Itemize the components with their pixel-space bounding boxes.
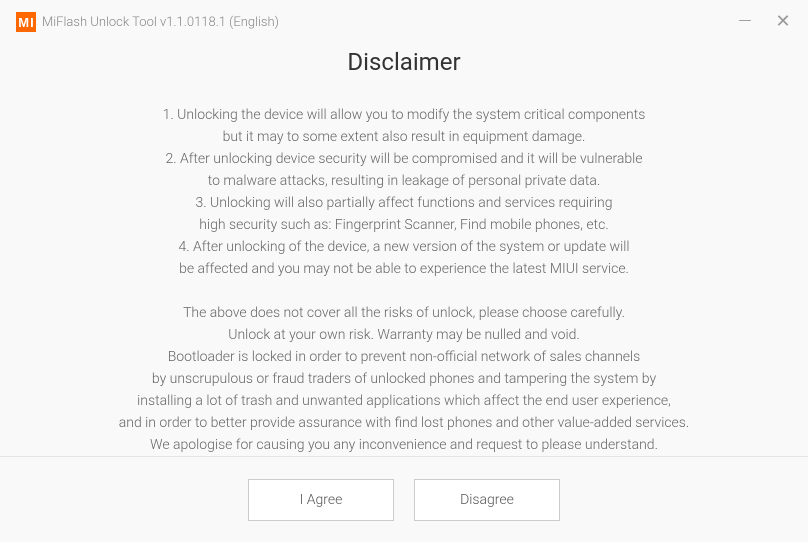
disclaimer-content: Disclaimer 1. Unlocking the device will … <box>0 40 808 456</box>
disclaimer-line: by unscrupulous or fraud traders of unlo… <box>40 368 768 390</box>
title-bar: MiFlash Unlock Tool v1.1.0118.1 (English… <box>0 0 808 40</box>
disclaimer-line: but it may to some extent also result in… <box>40 126 768 148</box>
minimize-button[interactable]: — <box>736 13 754 31</box>
disclaimer-line: to malware attacks, resulting in leakage… <box>40 170 768 192</box>
disclaimer-line: We apologise for causing you any inconve… <box>40 434 768 456</box>
disclaimer-line: and in order to better provide assurance… <box>40 412 768 434</box>
disclaimer-line: The above does not cover all the risks o… <box>40 302 768 324</box>
disclaimer-line: Bootloader is locked in order to prevent… <box>40 346 768 368</box>
disclaimer-heading: Disclaimer <box>40 48 768 76</box>
disclaimer-line: 4. After unlocking of the device, a new … <box>40 236 768 258</box>
app-title: MiFlash Unlock Tool v1.1.0118.1 (English… <box>42 15 279 30</box>
disclaimer-line: installing a lot of trash and unwanted a… <box>40 390 768 412</box>
disclaimer-line: 3. Unlocking will also partially affect … <box>40 192 768 214</box>
disclaimer-line: be affected and you may not be able to e… <box>40 258 768 280</box>
close-button[interactable]: ✕ <box>774 13 792 31</box>
disclaimer-line: Unlock at your own risk. Warranty may be… <box>40 324 768 346</box>
agree-button[interactable]: I Agree <box>248 479 394 521</box>
button-bar: I Agree Disagree <box>0 456 808 542</box>
disclaimer-line: 1. Unlocking the device will allow you t… <box>40 104 768 126</box>
disclaimer-line: high security such as: Fingerprint Scann… <box>40 214 768 236</box>
window-controls: — ✕ <box>736 13 792 31</box>
mi-logo-icon <box>16 12 36 32</box>
disclaimer-line: 2. After unlocking device security will … <box>40 148 768 170</box>
disclaimer-body: 1. Unlocking the device will allow you t… <box>40 104 768 456</box>
disagree-button[interactable]: Disagree <box>414 479 560 521</box>
